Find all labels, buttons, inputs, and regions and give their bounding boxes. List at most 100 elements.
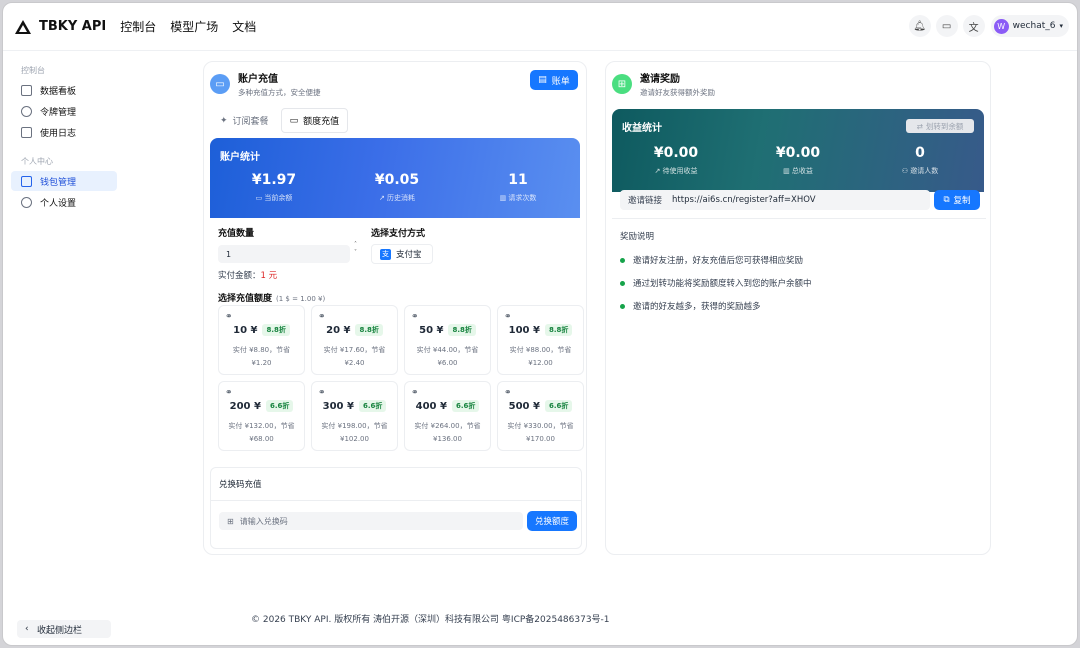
chart-icon — [21, 126, 32, 138]
recharge-subtitle: 多种充值方式，安全便捷 — [238, 88, 321, 97]
invite-link-label: 邀请链接 — [628, 196, 663, 206]
nav-console[interactable]: 控制台 — [120, 18, 156, 35]
list-item: 通过划转功能将奖励额度转入到您的账户余额中 — [620, 277, 812, 289]
tab-quota-recharge[interactable]: ▭ 额度充值 — [280, 108, 349, 133]
package-100[interactable]: ⚭ 100 ¥8.8折 实付 ¥88.00，节省 ¥12.00 — [497, 305, 584, 375]
stat-label: ↗ 历史消耗 — [378, 194, 416, 202]
sidebar-item-wallet[interactable]: 钱包管理 — [11, 171, 117, 191]
earnings-banner: 收益统计 ⇄ 划转到余额 ¥0.00 ↗ 待使用收益 ¥0.00 ▥ 总收益 0 ⚇ 邀… — [612, 109, 984, 192]
package-300[interactable]: ⚭ 300 ¥6.6折 实付 ¥198.00，节省 ¥102.00 — [311, 381, 398, 451]
stat-value: ¥0.00 — [653, 145, 699, 161]
top-header: TBKY API 控制台 模型广场 文档 🔔︎ ▭ 文 W wechat_6 ▾ — [3, 3, 1077, 51]
header-actions: 🔔︎ ▭ 文 W wechat_6 ▾ — [904, 15, 1069, 37]
transfer-label: 划转到余额 — [925, 121, 964, 131]
coins-icon: ⚭ — [504, 388, 512, 398]
bill-button-label: 账单 — [551, 76, 570, 87]
brand-name[interactable]: TBKY API — [39, 19, 106, 34]
tab-subscription[interactable]: ✦ 订阅套餐 — [212, 108, 277, 133]
sidebar-item-label: 使用日志 — [40, 128, 77, 139]
username: wechat_6 — [1012, 21, 1056, 31]
stat-value: ¥1.97 — [251, 172, 297, 188]
sidebar-item-label: 个人设置 — [40, 198, 77, 209]
stat-invites: 0 ⚇ 邀请人数 — [870, 145, 970, 176]
amount-input[interactable]: 1 — [218, 245, 350, 263]
stat-label: ▥ 请求次数 — [499, 194, 537, 202]
sidebar-item-label: 令牌管理 — [40, 107, 77, 118]
tab-label: 订阅套餐 — [232, 117, 269, 127]
coins-icon: ⚭ — [225, 388, 233, 398]
amount-stepper[interactable]: ˄ ˅ — [354, 241, 357, 257]
collapse-sidebar-button[interactable]: ‹ 收起侧边栏 — [17, 620, 111, 638]
nav-model-square[interactable]: 模型广场 — [170, 18, 218, 35]
sidebar-group-personal: 个人中心 — [21, 157, 53, 166]
translate-icon[interactable]: 文 — [962, 15, 985, 37]
user-icon — [21, 196, 32, 208]
stat-label: ⚇ 邀请人数 — [901, 167, 939, 175]
stat-label: ▭ 当前余额 — [255, 194, 293, 202]
nav-docs[interactable]: 文档 — [232, 18, 256, 35]
stat-label: ▥ 总收益 — [783, 167, 813, 175]
package-400[interactable]: ⚭ 400 ¥6.6折 实付 ¥264.00，节省 ¥136.00 — [404, 381, 491, 451]
redeem-input[interactable]: ⊞ 请输入兑换码 — [219, 512, 523, 530]
user-menu[interactable]: W wechat_6 ▾ — [990, 15, 1069, 37]
actual-amount: 实付金额：1 元 — [218, 271, 278, 281]
package-20[interactable]: ⚭ 20 ¥8.8折 实付 ¥17.60，节省 ¥2.40 — [311, 305, 398, 375]
chevron-left-icon: ‹ — [25, 624, 29, 634]
payment-method-label: 支付宝 — [396, 250, 422, 260]
invite-card: ⊞ 邀请奖励 邀请好友获得额外奖励 收益统计 ⇄ 划转到余额 ¥0.00 ↗ 待使用收… — [605, 61, 991, 555]
monitor-icon[interactable]: ▭ — [935, 15, 958, 37]
stat-value: ¥0.00 — [775, 145, 821, 161]
sidebar-item-tokens[interactable]: 令牌管理 — [11, 101, 117, 121]
redeem-button[interactable]: 兑换额度 — [527, 511, 577, 531]
wallet-icon: ▭ — [289, 115, 299, 126]
list-item: 邀请好友注册，好友充值后您可获得相应奖励 — [620, 254, 812, 266]
sidebar-item-dashboard[interactable]: 数据看板 — [11, 80, 117, 100]
amount-section: 充值数量 1 ˄ ˅ 实付金额：1 元 — [218, 226, 357, 281]
stat-history: ¥0.05 ↗ 历史消耗 — [347, 172, 447, 203]
package-50[interactable]: ⚭ 50 ¥8.8折 实付 ¥44.00，节省 ¥6.00 — [404, 305, 491, 375]
package-10[interactable]: ⚭ 10 ¥8.8折 实付 ¥8.80，节省 ¥1.20 — [218, 305, 305, 375]
stats-title: 账户统计 — [220, 152, 260, 163]
coins-icon: ⚭ — [225, 312, 233, 322]
gift-icon: ⊞ — [227, 516, 234, 526]
stat-value: 0 — [915, 145, 925, 161]
key-icon — [21, 105, 32, 117]
avatar: W — [993, 18, 1009, 34]
sidebar-item-label: 数据看板 — [40, 86, 77, 97]
receipt-icon: ▤ — [538, 75, 547, 85]
coins-icon: ⚭ — [318, 312, 326, 322]
grid-icon — [21, 84, 32, 96]
sidebar-item-label: 钱包管理 — [40, 177, 77, 188]
invite-title: 邀请奖励 — [640, 74, 680, 85]
recharge-title: 账户充值 — [238, 74, 278, 85]
collapse-label: 收起侧边栏 — [37, 625, 83, 636]
reward-desc-title: 奖励说明 — [620, 232, 655, 242]
redeem-title: 兑换码充值 — [211, 468, 581, 501]
sidebar-group-console: 控制台 — [21, 66, 45, 75]
copy-button[interactable]: ⧉ 复制 — [934, 190, 980, 210]
sidebar-item-logs[interactable]: 使用日志 — [11, 122, 117, 142]
invite-link-value[interactable]: https://ai6s.cn/register?aff=XHOV — [672, 195, 816, 205]
transfer-button[interactable]: ⇄ 划转到余额 — [906, 119, 974, 133]
amount-label: 充值数量 — [218, 229, 255, 239]
copy-label: 复制 — [953, 196, 971, 206]
stat-requests: 11 ▥ 请求次数 — [468, 172, 568, 203]
bell-icon[interactable]: 🔔︎ — [908, 15, 931, 37]
gift-icon: ⊞ — [612, 74, 632, 94]
footer: © 2026 TBKY API. 版权所有 涛伯开源（深圳）科技有限公司 粤IC… — [251, 615, 610, 625]
wallet-icon — [21, 175, 32, 187]
alipay-option[interactable]: 支支付宝 — [371, 244, 433, 264]
package-200[interactable]: ⚭ 200 ¥6.6折 实付 ¥132.00，节省 ¥68.00 — [218, 381, 305, 451]
package-grid: ⚭ 10 ¥8.8折 实付 ¥8.80，节省 ¥1.20 ⚭ 20 ¥8.8折 实付 ¥1… — [218, 305, 584, 451]
bill-button[interactable]: ▤ 账单 — [530, 70, 578, 90]
coins-icon: ⚭ — [504, 312, 512, 322]
chevron-down-icon: ▾ — [1059, 22, 1063, 30]
coins-icon: ⚭ — [411, 312, 419, 322]
recharge-card: ▭ 账户充值多种充值方式，安全便捷 ▤ 账单 ✦ 订阅套餐 ▭ 额度充值 账户统计 ¥… — [203, 61, 587, 555]
stat-value: 11 — [508, 172, 528, 188]
sparkle-icon: ✦ — [220, 115, 228, 126]
sidebar-item-settings[interactable]: 个人设置 — [11, 192, 117, 212]
coins-icon: ⚭ — [411, 388, 419, 398]
stat-value: ¥0.05 — [374, 172, 420, 188]
package-500[interactable]: ⚭ 500 ¥6.6折 实付 ¥330.00，节省 ¥170.00 — [497, 381, 584, 451]
